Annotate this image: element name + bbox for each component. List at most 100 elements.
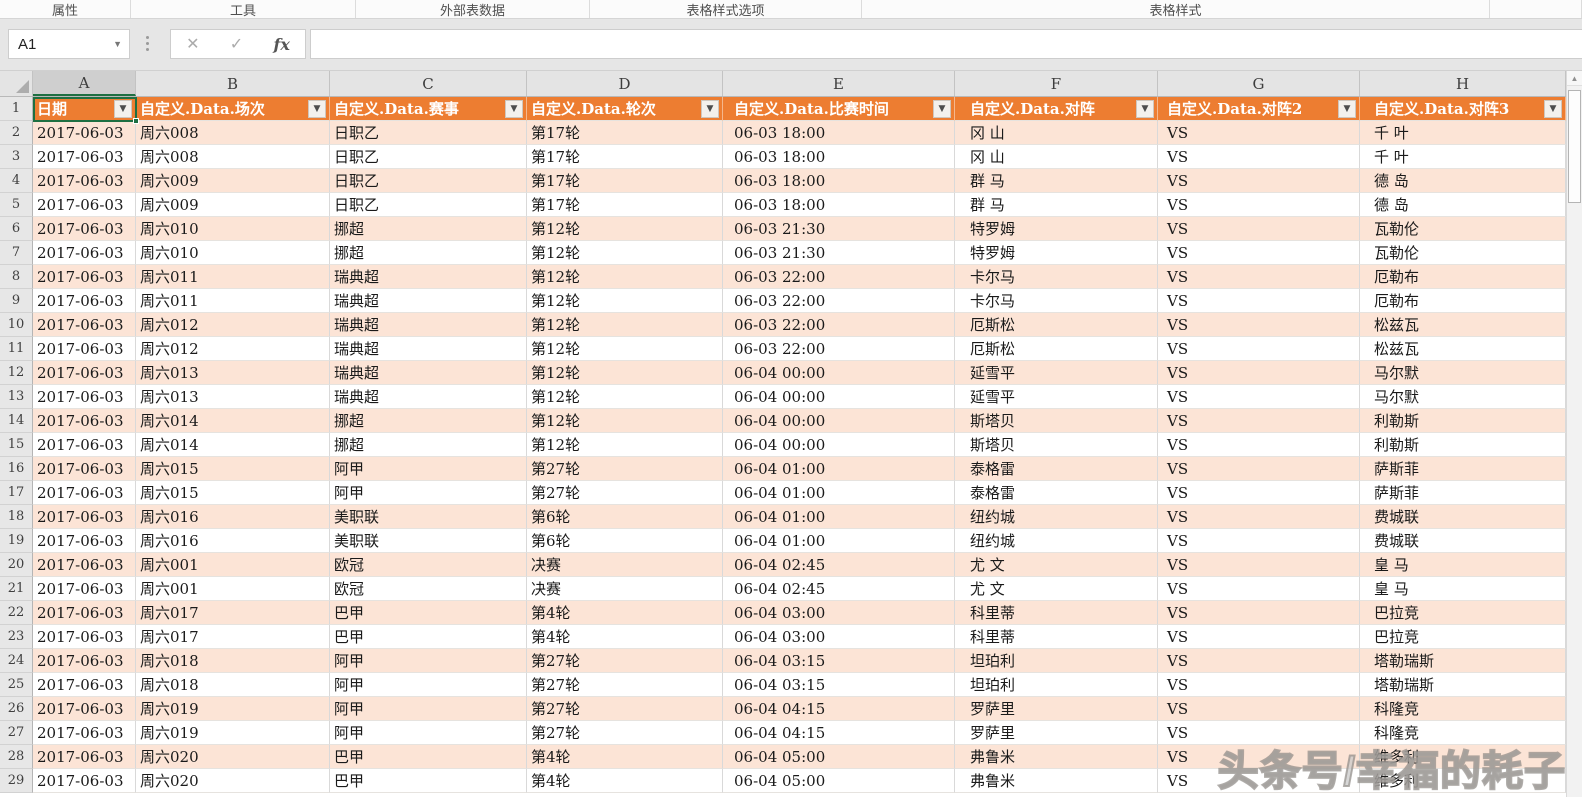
- cell-A11[interactable]: 2017-06-03: [33, 337, 136, 361]
- filter-button-a1[interactable]: ▼: [114, 100, 132, 118]
- column-heading-h[interactable]: H: [1360, 71, 1566, 96]
- cell-H26[interactable]: 科隆竞: [1360, 697, 1566, 721]
- cell-A18[interactable]: 2017-06-03: [33, 505, 136, 529]
- row-number-6[interactable]: 6: [0, 217, 33, 241]
- header-cell-opponent2[interactable]: 自定义.Data.对阵2 ▼: [1158, 97, 1360, 121]
- cell-A10[interactable]: 2017-06-03: [33, 313, 136, 337]
- row-number-20[interactable]: 20: [0, 553, 33, 577]
- cell-F22[interactable]: 科里蒂: [955, 601, 1158, 625]
- cell-F3[interactable]: 冈 山: [955, 145, 1158, 169]
- formula-bar-drag-handle[interactable]: [146, 36, 149, 51]
- cell-C20[interactable]: 欧冠: [330, 553, 527, 577]
- cell-B21[interactable]: 周六001: [136, 577, 330, 601]
- cell-G6[interactable]: VS: [1158, 217, 1360, 241]
- column-heading-c[interactable]: C: [330, 71, 527, 96]
- cell-F24[interactable]: 坦珀利: [955, 649, 1158, 673]
- cell-D28[interactable]: 第4轮: [527, 745, 723, 769]
- cell-G26[interactable]: VS: [1158, 697, 1360, 721]
- row-number-5[interactable]: 5: [0, 193, 33, 217]
- cell-B13[interactable]: 周六013: [136, 385, 330, 409]
- cell-F20[interactable]: 尤 文: [955, 553, 1158, 577]
- cell-H7[interactable]: 瓦勒伦: [1360, 241, 1566, 265]
- row-number-26[interactable]: 26: [0, 697, 33, 721]
- insert-function-icon[interactable]: fx: [273, 35, 289, 54]
- cell-D12[interactable]: 第12轮: [527, 361, 723, 385]
- cell-H13[interactable]: 马尔默: [1360, 385, 1566, 409]
- cell-F29[interactable]: 弗鲁米: [955, 769, 1158, 793]
- cell-E26[interactable]: 06-04 04:15: [723, 697, 955, 721]
- cell-G15[interactable]: VS: [1158, 433, 1360, 457]
- row-number-24[interactable]: 24: [0, 649, 33, 673]
- cell-F19[interactable]: 纽约城: [955, 529, 1158, 553]
- cell-G5[interactable]: VS: [1158, 193, 1360, 217]
- cell-D4[interactable]: 第17轮: [527, 169, 723, 193]
- formula-input[interactable]: [310, 29, 1582, 59]
- cell-C9[interactable]: 瑞典超: [330, 289, 527, 313]
- cell-A21[interactable]: 2017-06-03: [33, 577, 136, 601]
- filter-button-e1[interactable]: ▼: [933, 100, 951, 118]
- row-number-21[interactable]: 21: [0, 577, 33, 601]
- row-number-27[interactable]: 27: [0, 721, 33, 745]
- cell-D10[interactable]: 第12轮: [527, 313, 723, 337]
- cell-H24[interactable]: 塔勒瑞斯: [1360, 649, 1566, 673]
- cell-C24[interactable]: 阿甲: [330, 649, 527, 673]
- cell-H4[interactable]: 德 岛: [1360, 169, 1566, 193]
- name-box[interactable]: A1 ▼: [8, 29, 130, 59]
- cell-B17[interactable]: 周六015: [136, 481, 330, 505]
- header-cell-round[interactable]: 自定义.Data.轮次 ▼: [527, 97, 723, 121]
- cell-H14[interactable]: 利勒斯: [1360, 409, 1566, 433]
- cell-B19[interactable]: 周六016: [136, 529, 330, 553]
- cell-C13[interactable]: 瑞典超: [330, 385, 527, 409]
- cell-B26[interactable]: 周六019: [136, 697, 330, 721]
- row-number-14[interactable]: 14: [0, 409, 33, 433]
- cell-D16[interactable]: 第27轮: [527, 457, 723, 481]
- row-number-29[interactable]: 29: [0, 769, 33, 793]
- cell-G28[interactable]: VS: [1158, 745, 1360, 769]
- ribbon-group-table-styles[interactable]: 表格样式: [862, 0, 1490, 18]
- row-number-7[interactable]: 7: [0, 241, 33, 265]
- row-number-3[interactable]: 3: [0, 145, 33, 169]
- column-heading-d[interactable]: D: [527, 71, 723, 96]
- cell-D26[interactable]: 第27轮: [527, 697, 723, 721]
- cell-C23[interactable]: 巴甲: [330, 625, 527, 649]
- filter-button-h1[interactable]: ▼: [1544, 100, 1562, 118]
- cell-D14[interactable]: 第12轮: [527, 409, 723, 433]
- cell-G18[interactable]: VS: [1158, 505, 1360, 529]
- row-number-23[interactable]: 23: [0, 625, 33, 649]
- cell-F11[interactable]: 厄斯松: [955, 337, 1158, 361]
- column-heading-e[interactable]: E: [723, 71, 955, 96]
- cell-F16[interactable]: 泰格雷: [955, 457, 1158, 481]
- cell-H12[interactable]: 马尔默: [1360, 361, 1566, 385]
- cell-H6[interactable]: 瓦勒伦: [1360, 217, 1566, 241]
- cell-C27[interactable]: 阿甲: [330, 721, 527, 745]
- cell-F25[interactable]: 坦珀利: [955, 673, 1158, 697]
- cell-H29[interactable]: 维多利: [1360, 769, 1566, 793]
- cell-E28[interactable]: 06-04 05:00: [723, 745, 955, 769]
- cell-H2[interactable]: 千 叶: [1360, 121, 1566, 145]
- cell-A2[interactable]: 2017-06-03: [33, 121, 136, 145]
- cell-G7[interactable]: VS: [1158, 241, 1360, 265]
- cell-D22[interactable]: 第4轮: [527, 601, 723, 625]
- cell-A19[interactable]: 2017-06-03: [33, 529, 136, 553]
- cell-C8[interactable]: 瑞典超: [330, 265, 527, 289]
- cell-C21[interactable]: 欧冠: [330, 577, 527, 601]
- cell-E23[interactable]: 06-04 03:00: [723, 625, 955, 649]
- cell-D29[interactable]: 第4轮: [527, 769, 723, 793]
- cell-C16[interactable]: 阿甲: [330, 457, 527, 481]
- cell-A20[interactable]: 2017-06-03: [33, 553, 136, 577]
- cell-B12[interactable]: 周六013: [136, 361, 330, 385]
- cell-F10[interactable]: 厄斯松: [955, 313, 1158, 337]
- cell-B15[interactable]: 周六014: [136, 433, 330, 457]
- cell-H28[interactable]: 维多利: [1360, 745, 1566, 769]
- cell-B3[interactable]: 周六008: [136, 145, 330, 169]
- cell-G4[interactable]: VS: [1158, 169, 1360, 193]
- cell-A13[interactable]: 2017-06-03: [33, 385, 136, 409]
- cell-F21[interactable]: 尤 文: [955, 577, 1158, 601]
- cell-F4[interactable]: 群 马: [955, 169, 1158, 193]
- cell-H25[interactable]: 塔勒瑞斯: [1360, 673, 1566, 697]
- cell-F8[interactable]: 卡尔马: [955, 265, 1158, 289]
- cell-D5[interactable]: 第17轮: [527, 193, 723, 217]
- cell-B22[interactable]: 周六017: [136, 601, 330, 625]
- cell-G27[interactable]: VS: [1158, 721, 1360, 745]
- cell-C19[interactable]: 美职联: [330, 529, 527, 553]
